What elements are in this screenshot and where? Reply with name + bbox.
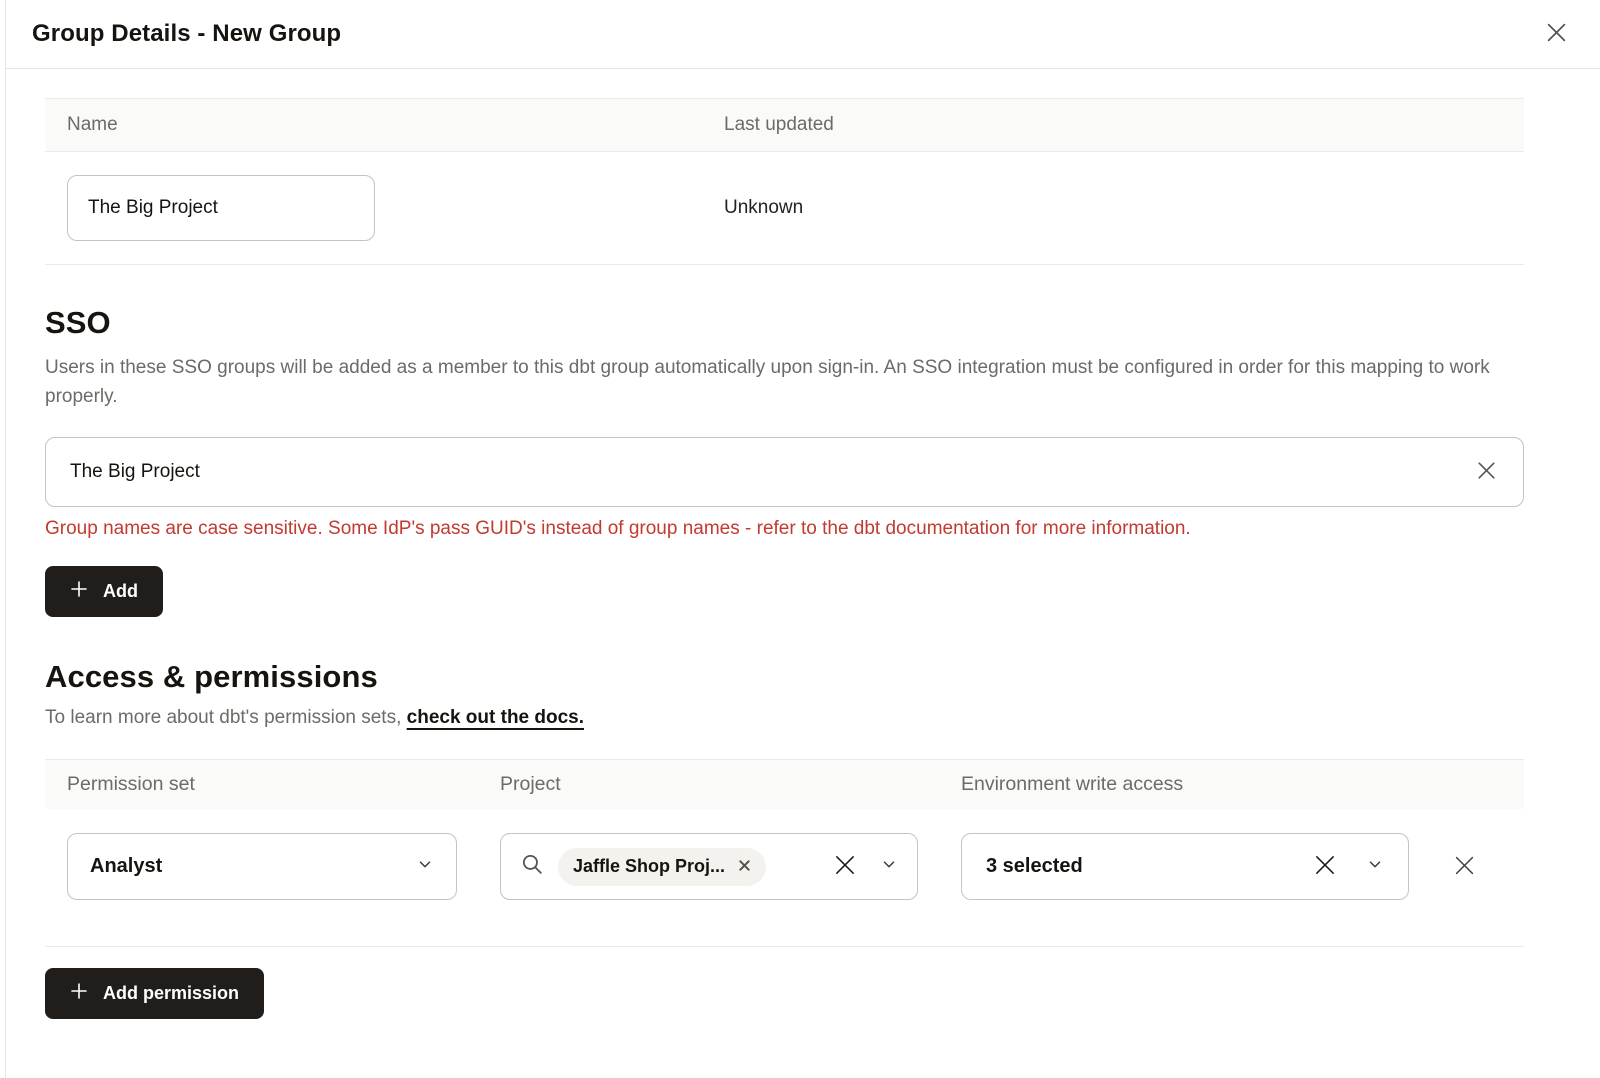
project-chip-label: Jaffle Shop Proj... [573, 856, 725, 877]
close-icon [1543, 19, 1570, 49]
chevron-down-icon [1366, 855, 1384, 878]
sso-clear-button[interactable] [1474, 458, 1499, 486]
sso-group-field [45, 437, 1524, 507]
add-sso-group-button[interactable]: Add [45, 566, 163, 617]
delete-permission-row-button[interactable] [1451, 852, 1478, 882]
permissions-description: To learn more about dbt's permission set… [45, 707, 1524, 729]
delete-icon [1451, 852, 1478, 882]
project-multiselect[interactable]: Jaffle Shop Proj... [500, 833, 918, 900]
chip-remove-icon[interactable] [738, 856, 751, 877]
access-permissions-heading: Access & permissions [45, 659, 1524, 695]
permission-set-select[interactable]: Analyst [67, 833, 457, 900]
permission-row: Analyst Jaffle Shop Proj... [45, 809, 1524, 947]
table-row: Unknown [45, 152, 1524, 264]
permissions-table-header: Permission set Project Environment write… [45, 759, 1524, 809]
chevron-down-icon [880, 855, 898, 878]
modal-header: Group Details - New Group [6, 0, 1600, 69]
clear-icon [1474, 458, 1499, 486]
project-chip[interactable]: Jaffle Shop Proj... [558, 848, 766, 886]
clear-icon [831, 851, 859, 882]
add-permission-button[interactable]: Add permission [45, 968, 264, 1019]
sso-description: Users in these SSO groups will be added … [45, 353, 1515, 411]
add-button-label: Add [103, 581, 138, 602]
sso-warning-text: Group names are case sensitive. Some IdP… [45, 518, 1524, 540]
close-button[interactable] [1543, 19, 1570, 49]
sso-heading: SSO [45, 305, 1524, 341]
environment-clear-button[interactable] [1311, 851, 1339, 882]
environment-selected-value: 3 selected [986, 855, 1083, 878]
clear-icon [1311, 851, 1339, 882]
group-details-table: Name Last updated Unknown [45, 98, 1524, 265]
details-table-header: Name Last updated [45, 99, 1524, 152]
permission-set-value: Analyst [90, 855, 162, 878]
last-updated-value: Unknown [724, 197, 803, 218]
column-header-last-updated: Last updated [702, 114, 1524, 136]
plus-icon [70, 982, 88, 1005]
add-permission-label: Add permission [103, 983, 239, 1004]
description-prefix: To learn more about dbt's permission set… [45, 707, 407, 728]
page-title: Group Details - New Group [32, 20, 341, 48]
sso-group-input[interactable] [70, 438, 1474, 506]
column-header-name: Name [45, 114, 702, 136]
docs-link[interactable]: check out the docs. [407, 707, 584, 728]
column-header-permission-set: Permission set [45, 773, 478, 796]
group-name-input[interactable] [67, 175, 375, 241]
project-clear-button[interactable] [831, 851, 859, 882]
environment-write-access-select[interactable]: 3 selected [961, 833, 1409, 900]
plus-icon [70, 580, 88, 603]
permissions-table: Permission set Project Environment write… [45, 759, 1524, 947]
chevron-down-icon [416, 855, 434, 878]
group-details-modal: Group Details - New Group Name Last upda… [5, 0, 1600, 1078]
search-icon [520, 852, 545, 882]
column-header-environment-write-access: Environment write access [937, 773, 1524, 796]
column-header-project: Project [478, 773, 937, 796]
